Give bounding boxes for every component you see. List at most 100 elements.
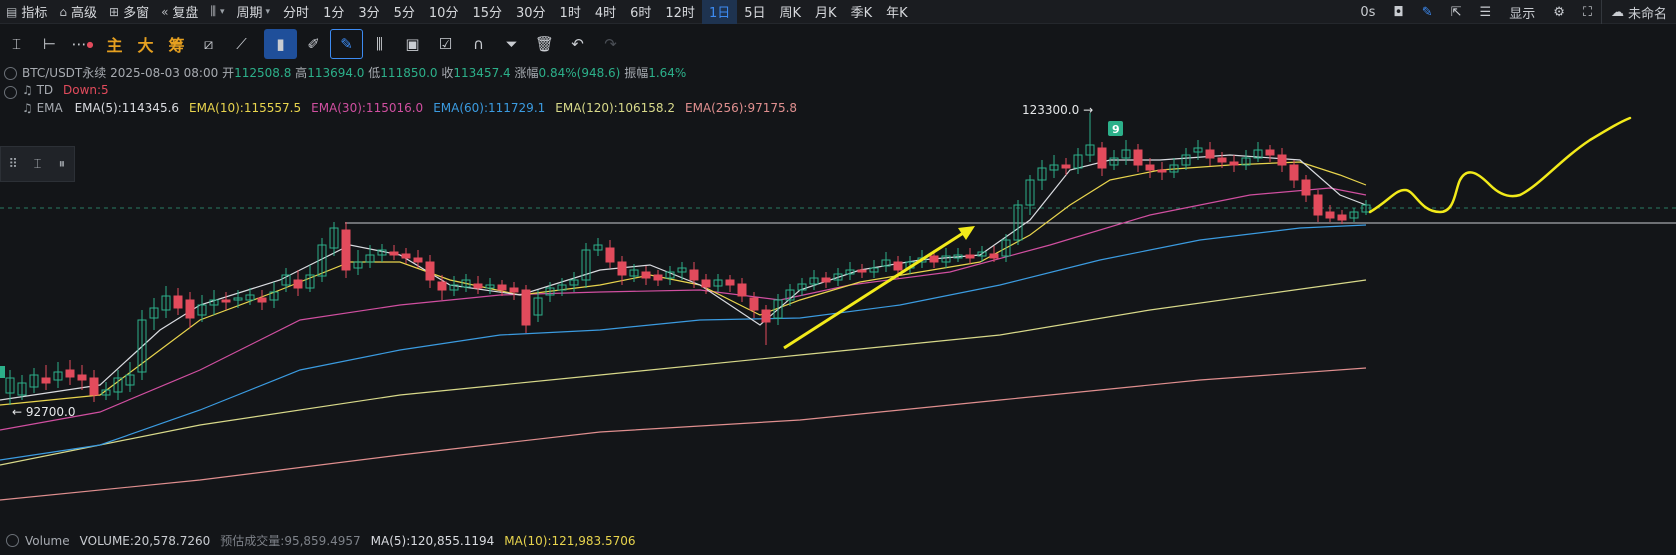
measure-icon[interactable]: ⟋ bbox=[225, 29, 258, 59]
chart-type-button[interactable]: ⫼ ▾ bbox=[204, 0, 230, 24]
multi-window-button[interactable]: ⊞ 多窗 bbox=[103, 0, 155, 24]
candle-body bbox=[881, 259, 891, 267]
candle-body bbox=[101, 389, 111, 396]
clipboard-icon[interactable]: ▣ bbox=[396, 29, 429, 59]
interval-tab[interactable]: 5分 bbox=[387, 0, 422, 24]
candle-body bbox=[1241, 157, 1251, 166]
candle-body bbox=[1313, 194, 1323, 216]
trash-icon[interactable]: 🗑 bbox=[528, 29, 561, 59]
interval-tab[interactable]: 季K bbox=[844, 0, 880, 24]
ema-value: EMA(30):115016.0 bbox=[311, 101, 424, 115]
ema-30-line bbox=[0, 187, 1367, 431]
export-icon[interactable]: ⇱ bbox=[1442, 0, 1471, 24]
brush-icon[interactable]: ✎ bbox=[330, 29, 363, 59]
candle-body bbox=[485, 284, 495, 289]
candle-body bbox=[65, 369, 75, 378]
candle-body bbox=[653, 274, 663, 281]
note-icon[interactable]: ☑ bbox=[429, 29, 462, 59]
interval-tab[interactable]: 分时 bbox=[276, 0, 316, 24]
interval-tab[interactable]: 5日 bbox=[737, 0, 772, 24]
line-tool-icon[interactable]: ⊢ bbox=[33, 29, 66, 59]
candle-body bbox=[125, 374, 135, 386]
more-tools-icon[interactable]: ⋯ ● bbox=[66, 29, 99, 59]
interval-tab[interactable]: 6时 bbox=[623, 0, 658, 24]
interval-tab[interactable]: 周K bbox=[773, 0, 809, 24]
candle-body bbox=[497, 284, 507, 291]
candle-body bbox=[725, 279, 735, 286]
gear-icon[interactable]: ⚙ bbox=[1544, 0, 1574, 24]
display-button[interactable]: 显示 bbox=[1500, 0, 1544, 24]
main-force-button[interactable]: 主 bbox=[99, 29, 130, 59]
candle-body bbox=[1229, 161, 1239, 166]
candle-body bbox=[557, 284, 567, 291]
candle-body bbox=[737, 283, 747, 297]
text-tool-icon[interactable]: ⌶ bbox=[25, 157, 49, 172]
price-chart[interactable]: 123300.0 → ← 92700.0 9 bbox=[0, 0, 1676, 555]
candle-body bbox=[209, 299, 219, 306]
pause-icon[interactable]: ⏸ bbox=[50, 157, 74, 172]
undo-icon[interactable]: ↶ bbox=[561, 29, 594, 59]
candle-body bbox=[713, 279, 723, 287]
filter-icon[interactable]: ⏷ bbox=[495, 29, 528, 59]
volume-toggle-icon[interactable] bbox=[6, 534, 19, 547]
candle-body bbox=[1361, 204, 1371, 213]
candle-body bbox=[305, 274, 315, 289]
interval-tab[interactable]: 1时 bbox=[553, 0, 588, 24]
cursor-tool-icon[interactable]: ⌶ bbox=[0, 29, 33, 59]
redo-icon[interactable]: ↷ bbox=[594, 29, 627, 59]
td-badge bbox=[1108, 121, 1123, 136]
candle-body bbox=[1001, 239, 1011, 257]
candle-body bbox=[809, 277, 819, 285]
drag-handle-icon[interactable]: ⠿ bbox=[1, 157, 25, 172]
trend-icon[interactable]: ⧄ bbox=[192, 29, 225, 59]
settings-list-icon[interactable]: ☰ bbox=[1471, 0, 1501, 24]
candle-body bbox=[1145, 164, 1155, 171]
big-order-button[interactable]: 大 bbox=[130, 29, 161, 59]
bars-icon[interactable]: ⫼ bbox=[363, 29, 396, 59]
indicator-button[interactable]: ▤ 指标 bbox=[0, 0, 53, 24]
interval-tab[interactable]: 12时 bbox=[658, 0, 702, 24]
candle-body bbox=[1217, 157, 1227, 163]
chevron-down-icon: ▾ bbox=[219, 6, 225, 17]
candle-body bbox=[17, 382, 27, 396]
td-toggle-icon[interactable] bbox=[4, 86, 17, 99]
ruler-icon[interactable]: ✐ bbox=[297, 29, 330, 59]
candle-body bbox=[329, 227, 339, 249]
candle-body bbox=[29, 374, 39, 388]
interval-tab[interactable]: 10分 bbox=[422, 0, 466, 24]
interval-tab[interactable]: 30分 bbox=[509, 0, 553, 24]
interval-tab[interactable]: 月K bbox=[808, 0, 844, 24]
interval-tab[interactable]: 1日 bbox=[701, 0, 738, 24]
period-button[interactable]: 周期 ▾ bbox=[231, 0, 277, 24]
chips-button[interactable]: 筹 bbox=[161, 29, 192, 59]
candle-body bbox=[1097, 147, 1107, 169]
magnet-icon[interactable]: ∩ bbox=[462, 29, 495, 59]
interval-tab[interactable]: 4时 bbox=[588, 0, 623, 24]
ema-value: EMA(256):97175.8 bbox=[684, 101, 798, 115]
ema-value: EMA(60):111729.1 bbox=[433, 101, 546, 115]
interval-tab[interactable]: 3分 bbox=[351, 0, 386, 24]
camera-icon[interactable]: ◘ bbox=[1384, 0, 1412, 24]
interval-tab[interactable]: 1分 bbox=[316, 0, 351, 24]
edit-icon[interactable]: ✎ bbox=[1413, 0, 1442, 24]
layout-name-button[interactable]: ☁ 未命名 bbox=[1600, 0, 1676, 24]
candle-body bbox=[749, 297, 759, 311]
replay-button[interactable]: «复盘 bbox=[155, 0, 204, 24]
bookmark-icon[interactable]: ▮ bbox=[264, 29, 297, 59]
candle-body bbox=[1121, 149, 1131, 159]
candle-body bbox=[53, 371, 63, 381]
candle-body bbox=[509, 287, 519, 293]
ema-10-line bbox=[0, 161, 1367, 406]
candle-body bbox=[941, 255, 951, 263]
advanced-icon: ⌂ bbox=[59, 4, 67, 19]
advanced-button[interactable]: ⌂ 高级 bbox=[53, 0, 103, 24]
candle-body bbox=[965, 254, 975, 259]
interval-tab[interactable]: 15分 bbox=[465, 0, 509, 24]
candle-body bbox=[641, 271, 651, 279]
fullscreen-icon[interactable]: ⛶ bbox=[1574, 0, 1601, 24]
interval-tab[interactable]: 年K bbox=[879, 0, 915, 24]
candle-body bbox=[1157, 169, 1167, 173]
candle-body bbox=[701, 279, 711, 288]
top-toolbar: ▤ 指标 ⌂ 高级 ⊞ 多窗 «复盘 ⫼ ▾ 周期 ▾ 分时 1分 3分 5分 10分 15分 30分… bbox=[0, 0, 1676, 24]
collapse-toggle-icon[interactable] bbox=[4, 67, 17, 80]
